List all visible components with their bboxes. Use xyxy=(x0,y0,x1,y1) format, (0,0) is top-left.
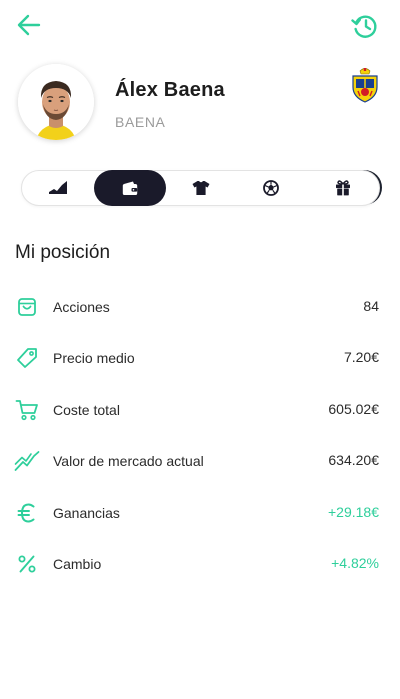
tab-shirt[interactable] xyxy=(165,170,237,206)
tab-chart[interactable] xyxy=(22,170,94,206)
row-precio-medio: Precio medio 7.20€ xyxy=(0,339,400,379)
row-ganancias: Ganancias +29.18€ xyxy=(0,494,400,534)
bag-icon xyxy=(14,294,40,320)
row-label: Acciones xyxy=(53,299,110,315)
section-title: Mi posición xyxy=(15,242,111,263)
tab-matches[interactable] xyxy=(235,170,307,206)
trend-icon xyxy=(14,448,40,474)
tab-wallet[interactable] xyxy=(94,170,166,206)
row-valor-mercado: Valor de mercado actual 634.20€ xyxy=(0,442,400,482)
row-value: +4.82% xyxy=(331,555,379,571)
row-acciones: Acciones 84 xyxy=(0,288,400,328)
row-label: Coste total xyxy=(53,402,120,418)
wallet-icon xyxy=(122,181,138,195)
row-value: 634.20€ xyxy=(328,452,379,468)
tag-icon xyxy=(14,345,40,371)
chart-icon xyxy=(49,181,67,194)
gift-icon xyxy=(336,180,350,196)
ball-icon xyxy=(263,180,279,196)
club-badge-icon[interactable] xyxy=(349,67,381,103)
arrow-left-icon xyxy=(17,14,41,36)
player-short-name: BAENA xyxy=(115,114,166,130)
back-button[interactable] xyxy=(14,10,44,40)
row-value: 605.02€ xyxy=(328,401,379,417)
history-button[interactable] xyxy=(350,10,380,42)
player-avatar xyxy=(18,64,94,140)
shirt-icon xyxy=(192,181,210,195)
player-name: Álex Baena xyxy=(115,79,225,101)
row-cambio: Cambio +4.82% xyxy=(0,545,400,585)
row-label: Valor de mercado actual xyxy=(53,453,204,469)
row-label: Precio medio xyxy=(53,350,135,366)
row-label: Cambio xyxy=(53,556,102,572)
row-coste-total: Coste total 605.02€ xyxy=(0,391,400,431)
cart-icon xyxy=(14,397,40,423)
euro-icon xyxy=(14,500,40,526)
percent-icon xyxy=(14,551,40,577)
section-tabs xyxy=(21,170,380,206)
player-header: Álex Baena BAENA MC xyxy=(0,62,400,205)
row-value: 84 xyxy=(363,298,379,314)
history-icon xyxy=(351,15,377,38)
row-value: 7.20€ xyxy=(343,349,379,365)
top-bar xyxy=(0,0,400,52)
row-value: +29.18€ xyxy=(328,504,379,520)
tab-gifts[interactable] xyxy=(307,170,379,206)
row-label: Ganancias xyxy=(53,505,120,521)
